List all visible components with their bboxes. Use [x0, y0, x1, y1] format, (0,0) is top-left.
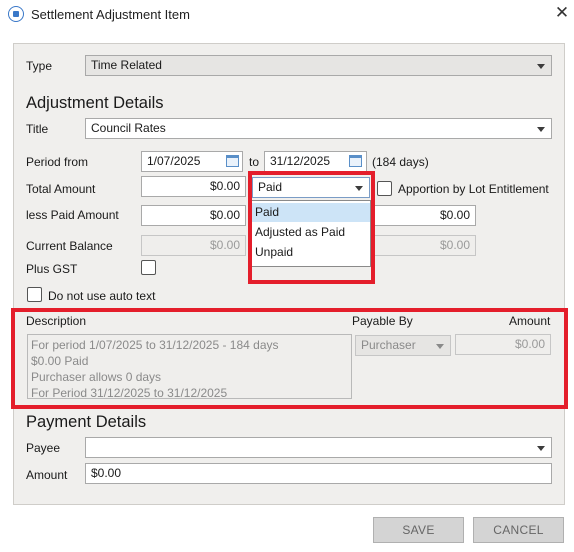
current-balance-label: Current Balance — [26, 239, 113, 253]
close-icon[interactable]: ✕ — [552, 3, 572, 23]
paid-status-dropdown: Paid Adjusted as Paid Unpaid — [251, 200, 371, 267]
period-from-label: Period from — [26, 155, 89, 169]
current-balance-field: $0.00 — [141, 235, 246, 256]
payment-amount-field[interactable]: $0.00 — [85, 463, 552, 484]
description-line: For Period 31/12/2025 to 31/12/2025 — [31, 386, 228, 400]
period-days: (184 days) — [372, 155, 429, 169]
chevron-down-icon — [537, 446, 545, 451]
period-from-value: 1/07/2025 — [147, 154, 201, 168]
payable-by-value: Purchaser — [361, 338, 416, 352]
title-select-value: Council Rates — [91, 121, 166, 135]
payable-by-select[interactable]: Purchaser — [355, 335, 451, 356]
description-textarea[interactable]: For period 1/07/2025 to 31/12/2025 - 184… — [27, 334, 352, 400]
title-label: Title — [26, 122, 49, 136]
adjustment-details-heading: Adjustment Details — [26, 94, 164, 112]
no-auto-text-label: Do not use auto text — [48, 289, 156, 303]
app-icon — [8, 6, 24, 22]
apportion-checkbox[interactable] — [377, 181, 392, 196]
chevron-down-icon — [537, 127, 545, 132]
amount-label: Amount — [26, 468, 68, 482]
paid-status-select[interactable]: Paid — [252, 177, 370, 198]
chevron-down-icon — [355, 186, 363, 191]
cancel-button[interactable]: CANCEL — [473, 517, 564, 543]
less-paid-right-field[interactable]: $0.00 — [370, 205, 476, 226]
save-button[interactable]: SAVE — [373, 517, 464, 543]
chevron-down-icon — [537, 64, 545, 69]
calendar-icon[interactable] — [226, 155, 239, 167]
title-select[interactable]: Council Rates — [85, 118, 552, 139]
total-amount-label: Total Amount — [26, 182, 96, 196]
chevron-down-icon — [436, 344, 444, 349]
total-amount-field[interactable]: $0.00 — [141, 176, 246, 197]
type-label: Type — [26, 59, 53, 73]
current-balance-right-field: $0.00 — [370, 235, 476, 256]
window-title: Settlement Adjustment Item — [31, 7, 190, 22]
description-header: Description — [26, 314, 87, 328]
period-to-label: to — [249, 155, 260, 169]
payee-label: Payee — [26, 441, 61, 455]
apportion-label: Apportion by Lot Entitlement — [398, 182, 549, 196]
less-paid-field[interactable]: $0.00 — [141, 205, 246, 226]
plus-gst-checkbox[interactable] — [141, 260, 156, 275]
description-amount-field: $0.00 — [455, 334, 551, 355]
no-auto-text-checkbox[interactable] — [27, 287, 42, 302]
type-select[interactable]: Time Related — [85, 55, 552, 76]
dropdown-option-adjusted-as-paid[interactable]: Adjusted as Paid — [252, 223, 370, 242]
period-to-value: 31/12/2025 — [270, 154, 331, 168]
description-line: For period 1/07/2025 to 31/12/2025 - 184… — [31, 338, 279, 352]
description-line: $0.00 Paid — [31, 354, 89, 368]
description-line: Purchaser allows 0 days — [31, 370, 162, 384]
payable-by-header: Payable By — [352, 314, 413, 328]
type-select-value: Time Related — [91, 58, 162, 72]
less-paid-label: less Paid Amount — [26, 208, 119, 222]
dropdown-option-unpaid[interactable]: Unpaid — [252, 243, 370, 262]
plus-gst-label: Plus GST — [26, 262, 78, 276]
calendar-icon[interactable] — [349, 155, 362, 167]
amount-header: Amount — [509, 314, 551, 328]
dropdown-option-paid[interactable]: Paid — [252, 203, 370, 222]
payment-details-heading: Payment Details — [26, 413, 147, 431]
payee-select[interactable] — [85, 437, 552, 458]
paid-status-value: Paid — [258, 180, 283, 194]
